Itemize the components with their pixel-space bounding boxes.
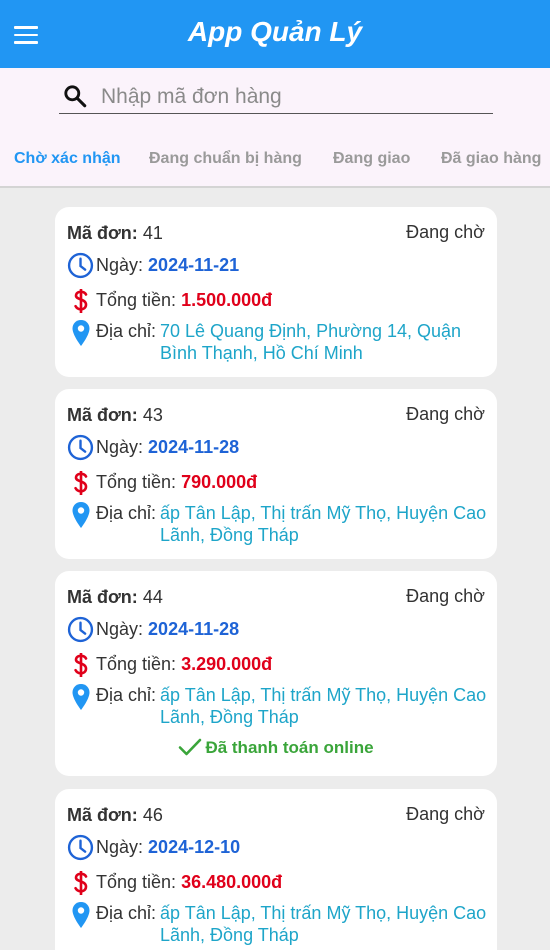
order-code-value: 41 xyxy=(142,223,163,243)
order-date-row: Ngày: 2024-11-28 xyxy=(96,618,239,640)
order-date-label: Ngày: xyxy=(96,255,144,275)
dollar-icon xyxy=(74,289,88,313)
paid-online-note: Đã thanh toán online xyxy=(55,737,497,758)
order-date-row: Ngày: 2024-12-10 xyxy=(96,836,240,858)
order-address-value: ấp Tân Lập, Thị trấn Mỹ Thọ, Huyện Cao L… xyxy=(160,903,487,945)
order-status: Đang chờ xyxy=(406,404,485,424)
search-bar[interactable] xyxy=(59,80,493,114)
order-date-row: Ngày: 2024-11-28 xyxy=(96,436,239,458)
search-area: Chờ xác nhận Đang chuẩn bị hàng Đang gia… xyxy=(0,68,550,188)
order-code-label: Mã đơn: xyxy=(67,223,138,243)
order-card[interactable]: Mã đơn: 44 Đang chờ Ngày: 2024-11-28 Tổn… xyxy=(55,571,497,776)
order-status: Đang chờ xyxy=(406,804,485,824)
order-total-row: Tổng tiền: 1.500.000đ xyxy=(96,289,272,311)
order-total-label: Tổng tiền: xyxy=(96,654,177,674)
clock-icon xyxy=(67,252,94,279)
tab-da-giao-hang[interactable]: Đã giao hàng xyxy=(441,150,541,168)
location-pin-icon xyxy=(72,320,90,346)
tab-cho-xac-nhan[interactable]: Chờ xác nhận xyxy=(14,150,121,168)
clock-icon xyxy=(67,616,94,643)
order-code-label: Mã đơn: xyxy=(67,587,138,607)
tab-dang-chuan-bi-hang[interactable]: Đang chuẩn bị hàng xyxy=(149,150,302,168)
order-total-label: Tổng tiền: xyxy=(96,290,177,310)
tab-dang-giao[interactable]: Đang giao xyxy=(333,150,410,168)
order-date-value: 2024-11-21 xyxy=(148,255,240,275)
order-card[interactable]: Mã đơn: 43 Đang chờ Ngày: 2024-11-28 Tổn… xyxy=(55,389,497,559)
search-input[interactable] xyxy=(101,82,481,112)
dollar-icon xyxy=(74,653,88,677)
dollar-icon xyxy=(74,471,88,495)
order-code-label: Mã đơn: xyxy=(67,805,138,825)
check-icon xyxy=(179,738,202,756)
order-total-row: Tổng tiền: 3.290.000đ xyxy=(96,653,272,675)
clock-icon xyxy=(67,834,94,861)
order-address-value: 70 Lê Quang Định, Phường 14, Quận Bình T… xyxy=(160,321,462,363)
order-date-label: Ngày: xyxy=(96,837,144,857)
order-total-row: Tổng tiền: 36.480.000đ xyxy=(96,871,282,893)
order-date-row: Ngày: 2024-11-21 xyxy=(96,254,239,276)
order-date-label: Ngày: xyxy=(96,619,144,639)
location-pin-icon xyxy=(72,684,90,710)
order-total-value: 3.290.000đ xyxy=(181,654,273,674)
paid-online-text: Đã thanh toán online xyxy=(205,738,374,757)
order-total-row: Tổng tiền: 790.000đ xyxy=(96,471,257,493)
app-bar: App Quản Lý xyxy=(0,0,550,68)
dollar-icon xyxy=(74,871,88,895)
order-date-value: 2024-11-28 xyxy=(148,619,240,639)
order-total-value: 790.000đ xyxy=(181,472,258,492)
order-status: Đang chờ xyxy=(406,222,485,242)
order-card[interactable]: Mã đơn: 41 Đang chờ Ngày: 2024-11-21 Tổn… xyxy=(55,207,497,377)
order-total-value: 1.500.000đ xyxy=(181,290,273,310)
order-code-value: 43 xyxy=(142,405,163,425)
order-total-label: Tổng tiền: xyxy=(96,472,177,492)
order-address-label: Địa chỉ: xyxy=(96,903,157,923)
status-tabs: Chờ xác nhận Đang chuẩn bị hàng Đang gia… xyxy=(0,150,550,174)
order-code-label: Mã đơn: xyxy=(67,405,138,425)
order-code-value: 44 xyxy=(142,587,163,607)
search-icon[interactable] xyxy=(62,83,88,109)
order-status: Đang chờ xyxy=(406,586,485,606)
clock-icon xyxy=(67,434,94,461)
order-address-label: Địa chỉ: xyxy=(96,321,157,341)
order-card[interactable]: Mã đơn: 46 Đang chờ Ngày: 2024-12-10 Tổn… xyxy=(55,789,497,950)
location-pin-icon xyxy=(72,902,90,928)
location-pin-icon xyxy=(72,502,90,528)
order-total-label: Tổng tiền: xyxy=(96,872,177,892)
order-date-value: 2024-12-10 xyxy=(148,837,241,857)
order-code-value: 46 xyxy=(142,805,163,825)
order-date-label: Ngày: xyxy=(96,437,144,457)
order-date-value: 2024-11-28 xyxy=(148,437,240,457)
order-address-value: ấp Tân Lập, Thị trấn Mỹ Thọ, Huyện Cao L… xyxy=(160,685,487,727)
order-address-label: Địa chỉ: xyxy=(96,685,157,705)
app-title: App Quản Lý xyxy=(187,16,363,47)
order-address-value: ấp Tân Lập, Thị trấn Mỹ Thọ, Huyện Cao L… xyxy=(160,503,487,545)
order-total-value: 36.480.000đ xyxy=(181,872,283,892)
order-address-label: Địa chỉ: xyxy=(96,503,157,523)
